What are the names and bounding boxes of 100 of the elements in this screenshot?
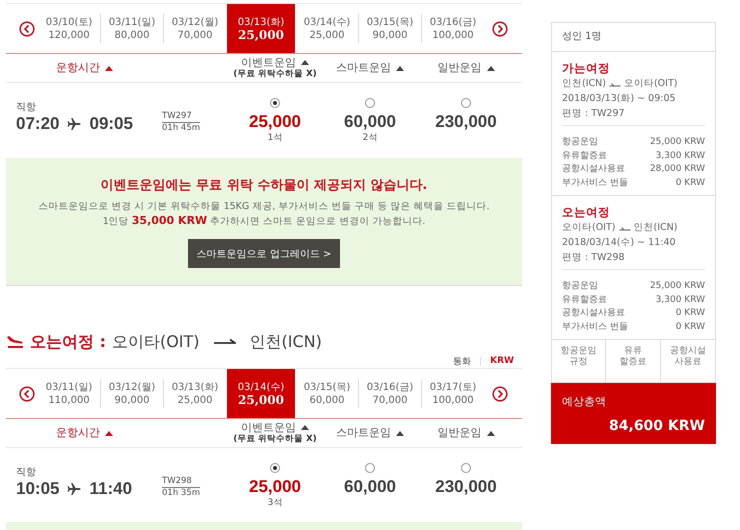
destination-airport: 오이타(OIT) xyxy=(624,77,678,91)
date-tab[interactable]: 03/17(토) 100,000 xyxy=(422,369,484,418)
arrow-right-icon xyxy=(608,80,621,86)
radio-button[interactable] xyxy=(365,98,375,108)
charge-label: 부가서비스 번들 xyxy=(562,320,628,334)
date-tab[interactable]: 03/11(일) 80,000 xyxy=(101,4,163,53)
fare-price: 230,000 xyxy=(435,477,497,497)
flight-number: 편명 : TW297 xyxy=(562,107,626,121)
date-tab[interactable]: 03/15(목) 90,000 xyxy=(359,4,421,53)
flight-type-label: 직항 xyxy=(16,467,37,479)
sort-up-icon xyxy=(301,425,309,430)
info-link[interactable]: 유류 할증료 xyxy=(606,340,661,382)
column-header[interactable]: 일반운임 xyxy=(410,62,522,74)
charge-label: 공항시설사용료 xyxy=(562,307,625,320)
charge-amount: 3,300 KRW xyxy=(656,150,705,162)
charge-amount: 28,000 KRW xyxy=(650,163,705,176)
radio-button[interactable] xyxy=(365,463,375,473)
date-tab[interactable]: 03/16(금) 100,000 xyxy=(422,4,484,53)
leg-title: 오는여정 xyxy=(562,204,611,220)
column-header[interactable]: 이벤트운임 (무료 위탁수하물 X) xyxy=(220,56,330,80)
date-tab[interactable]: 03/14(수) 25,000 xyxy=(296,4,358,53)
date-tab[interactable]: 03/12(월) 70,000 xyxy=(164,4,226,53)
info-link[interactable]: 항공운임 규정 xyxy=(552,340,606,382)
arrow-right-icon[interactable] xyxy=(492,20,508,36)
radio-button[interactable] xyxy=(270,463,280,473)
arrow-right-icon[interactable] xyxy=(492,386,508,402)
passenger-count: 성인 1명 xyxy=(552,23,715,52)
charge-label: 공항시설사용료 xyxy=(562,163,625,176)
notice-text: 1인당 35,000 KRW 추가하시면 스마트 운임으로 변경이 가능합니다. xyxy=(102,214,426,229)
fare-price: 230,000 xyxy=(435,112,497,132)
flight-date: 2018/03/14(수) ~ 11:40 xyxy=(562,236,677,250)
sort-up-icon xyxy=(486,66,494,70)
date-tab[interactable]: 03/13(화) 25,000 xyxy=(227,4,295,53)
fare-price: 25,000 xyxy=(249,477,301,497)
column-header[interactable]: 스마트운임 xyxy=(330,427,410,439)
flight-duration: 01h 35m xyxy=(162,488,200,498)
radio-button[interactable] xyxy=(461,463,471,473)
flight-number: TW298 xyxy=(162,476,200,488)
airplane-landing-icon xyxy=(6,335,24,349)
charge-label: 유류할증료 xyxy=(562,294,607,306)
column-header[interactable]: 이벤트운임 (무료 위탁수하물 X) xyxy=(220,422,330,444)
charge-label: 유류할증료 xyxy=(562,150,607,162)
seat-count: 1석 xyxy=(268,132,282,145)
total-label: 예상총액 xyxy=(562,395,607,409)
leg-title: 가는여정 xyxy=(562,60,611,76)
column-header[interactable]: 일반운임 xyxy=(410,427,522,439)
seat-count: 2석 xyxy=(362,132,378,145)
flight-type-label: 직항 xyxy=(16,102,37,114)
column-header[interactable]: 운항시간 xyxy=(6,62,220,74)
flight-number: TW297 xyxy=(162,110,200,122)
charge-label: 부가서비스 번들 xyxy=(562,176,628,190)
origin-airport: 오이타(OIT) xyxy=(562,221,616,235)
date-tab[interactable]: 03/12(월) 90,000 xyxy=(101,369,163,418)
arrival-time: 11:40 xyxy=(89,479,132,499)
sort-up-icon xyxy=(396,430,404,436)
column-header[interactable]: 운항시간 xyxy=(6,427,220,439)
departure-time: 10:05 xyxy=(16,479,60,499)
fare-price: 60,000 xyxy=(344,477,396,497)
upgrade-button[interactable]: 스마트운임으로 업그레이드 > xyxy=(188,239,340,268)
arrival-time: 09:05 xyxy=(89,114,133,134)
radio-button[interactable] xyxy=(270,98,280,108)
destination-airport: 인천(ICN) xyxy=(634,221,678,235)
date-tab[interactable]: 03/15(목) 60,000 xyxy=(296,369,358,418)
charge-amount: 0 KRW xyxy=(676,320,705,334)
fare-price: 60,000 xyxy=(344,112,396,132)
charge-label: 항공운임 xyxy=(562,280,598,293)
arrow-left-icon[interactable] xyxy=(19,20,35,36)
route-label: 오는여정 : xyxy=(30,332,106,352)
notice-text: 스마트운임으로 변경 시 기본 위탁수하물 15KG 제공, 부가서비스 번들 구매 등 많은 혜택을 드립니다. xyxy=(38,200,490,214)
date-tab[interactable]: 03/13(화) 25,000 xyxy=(164,369,226,418)
flight-date: 2018/03/13(화) ~ 09:05 xyxy=(562,92,677,106)
date-tab[interactable]: 03/14(수) 25,000 xyxy=(227,369,295,418)
info-link[interactable]: 공항시설 사용료 xyxy=(660,340,715,382)
flight-number: 편명 : TW298 xyxy=(562,251,626,265)
total-amount: 84,600 KRW xyxy=(608,418,705,434)
sort-up-icon xyxy=(105,66,113,70)
radio-button[interactable] xyxy=(461,98,471,108)
sort-up-icon xyxy=(396,66,404,70)
flight-duration: 01h 45m xyxy=(162,122,200,134)
column-header[interactable]: 스마트운임 xyxy=(330,62,410,74)
destination-airport: 인천(ICN) xyxy=(250,332,322,352)
currency-label: 통화 xyxy=(453,356,472,368)
charge-amount: 0 KRW xyxy=(676,307,705,320)
sort-up-icon xyxy=(105,430,113,436)
charge-amount: 0 KRW xyxy=(676,176,705,190)
date-tab[interactable]: 03/11(일) 110,000 xyxy=(38,369,100,418)
currency-value[interactable]: KRW xyxy=(490,356,514,366)
notice-title: 이벤트운임에는 무료 위탁 수하물이 제공되지 않습니다. xyxy=(100,177,428,195)
charge-amount: 3,300 KRW xyxy=(656,294,705,306)
fare-price: 25,000 xyxy=(249,112,301,132)
arrow-left-icon[interactable] xyxy=(19,386,35,402)
airplane-icon xyxy=(67,482,82,496)
departure-time: 07:20 xyxy=(16,114,60,134)
charge-label: 항공운임 xyxy=(562,136,598,149)
airplane-icon xyxy=(67,117,82,131)
origin-airport: 인천(ICN) xyxy=(562,77,606,91)
date-tab[interactable]: 03/10(토) 120,000 xyxy=(38,4,100,53)
arrow-right-icon xyxy=(618,224,630,230)
date-tab[interactable]: 03/16(금) 70,000 xyxy=(359,369,421,418)
sort-up-icon xyxy=(486,430,494,436)
